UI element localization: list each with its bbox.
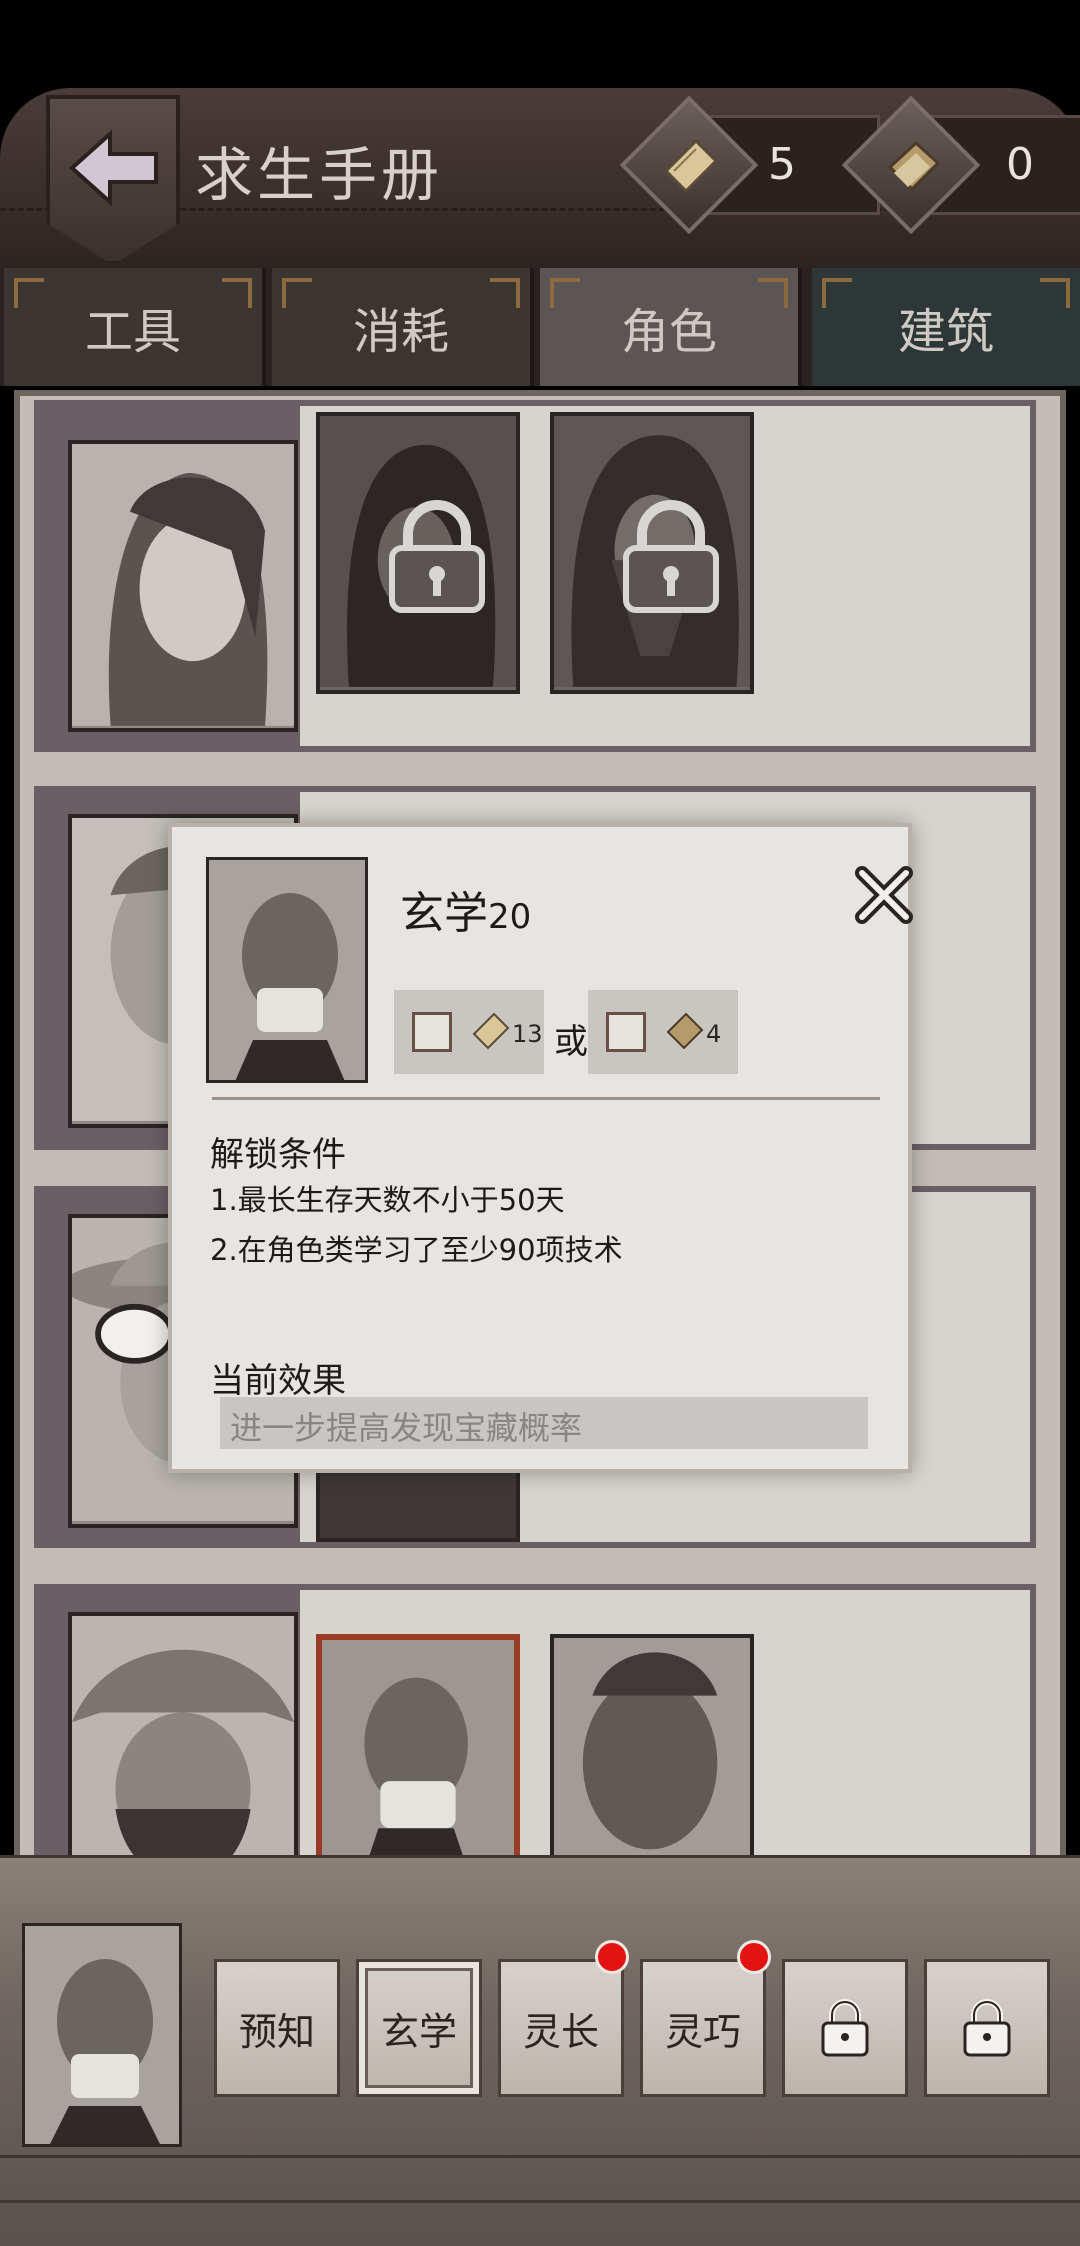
plank-line: [0, 2155, 1080, 2158]
close-icon[interactable]: [852, 863, 916, 927]
current-effect-text: 进一步提高发现宝藏概率: [230, 1409, 583, 1447]
cost-or-label: 或: [554, 1022, 588, 1062]
portrait-woman-image: [72, 444, 294, 726]
character-card[interactable]: [68, 440, 298, 732]
back-arrow-icon[interactable]: [64, 118, 164, 218]
unlock-conditions-title: 解锁条件: [210, 1135, 346, 1175]
character-card-locked[interactable]: [316, 412, 520, 694]
popup-divider: [212, 1097, 880, 1100]
cost-option-scroll[interactable]: 13: [394, 990, 544, 1074]
tab-buildings[interactable]: 建筑: [812, 268, 1080, 386]
page-title: 求生手册: [195, 141, 444, 209]
tab-characters-label: 角色: [620, 304, 717, 360]
cost-checkbox[interactable]: [606, 1012, 646, 1052]
character-row: [34, 400, 1036, 752]
skill-label: 灵长: [522, 2009, 599, 2054]
popup-portrait: [206, 857, 368, 1083]
skill-button-agility[interactable]: 灵巧: [640, 1940, 771, 2097]
portrait-skullmask-image: [209, 860, 365, 1080]
tab-tools[interactable]: 工具: [4, 268, 266, 386]
cost-book-amount: 4: [706, 1020, 722, 1048]
category-tabs: 工具 消耗 角色 建筑: [0, 268, 1080, 386]
skill-button-locked[interactable]: [924, 1959, 1050, 2097]
unlock-condition-2: 2.在角色类学习了至少90项技术: [210, 1233, 623, 1267]
character-card-locked[interactable]: [550, 412, 754, 694]
lock-icon: [623, 500, 719, 613]
skill-button-primate[interactable]: 灵长: [498, 1940, 629, 2097]
skill-label: 玄学: [380, 2009, 457, 2054]
popup-skill-title: 玄学: [400, 888, 488, 939]
notification-badge: [595, 1940, 629, 1974]
popup-skill-name: 玄学20: [400, 877, 531, 941]
skill-label: 预知: [238, 2009, 315, 2054]
skill-button-mysticism[interactable]: 玄学: [356, 1959, 482, 2097]
character-row: [34, 1584, 1036, 1912]
tab-buildings-label: 建筑: [897, 304, 994, 360]
skill-button-locked[interactable]: [782, 1959, 908, 2097]
cost-checkbox[interactable]: [412, 1012, 452, 1052]
skill-label: 灵巧: [664, 2009, 741, 2054]
book-icon: [887, 140, 941, 192]
scroll-icon: [472, 1012, 510, 1050]
tab-characters[interactable]: 角色: [540, 268, 802, 386]
lock-icon: [963, 1999, 1011, 2057]
tab-consumables-label: 消耗: [352, 304, 449, 360]
current-effect-title: 当前效果: [210, 1361, 346, 1401]
status-bar: [0, 0, 1080, 90]
skill-detail-popup: 玄学20 13 或 4 解锁条件 1.最长生存天数不小于50天 2.在角色类学习…: [168, 823, 913, 1473]
cost-option-book[interactable]: 4: [588, 990, 738, 1074]
tab-consumables[interactable]: 消耗: [272, 268, 534, 386]
selected-character-portrait: [22, 1923, 182, 2147]
portrait-skullmask-image: [25, 1926, 179, 2144]
currency-book-value: 0: [1006, 139, 1034, 190]
plank-line: [0, 1855, 1080, 1858]
tab-tools-label: 工具: [84, 304, 181, 360]
portrait-brute-image: [554, 1638, 750, 1888]
current-effect-box: 进一步提高发现宝藏概率: [220, 1397, 868, 1449]
skill-button-foresight[interactable]: 预知: [214, 1959, 340, 2097]
lock-icon: [821, 1999, 869, 2057]
currency-scroll-value: 5: [768, 139, 796, 190]
plank-line: [0, 2200, 1080, 2203]
notification-badge: [737, 1940, 771, 1974]
skill-bar: 预知 玄学 灵长 灵巧: [0, 1855, 1080, 2246]
cost-scroll-amount: 13: [512, 1020, 543, 1048]
popup-skill-level: 20: [488, 897, 532, 937]
lock-icon: [389, 500, 485, 613]
unlock-condition-1: 1.最长生存天数不小于50天: [210, 1183, 565, 1217]
portrait-skullmask-image: [322, 1640, 514, 1885]
scroll-icon: [663, 138, 719, 194]
book-icon: [666, 1012, 704, 1050]
